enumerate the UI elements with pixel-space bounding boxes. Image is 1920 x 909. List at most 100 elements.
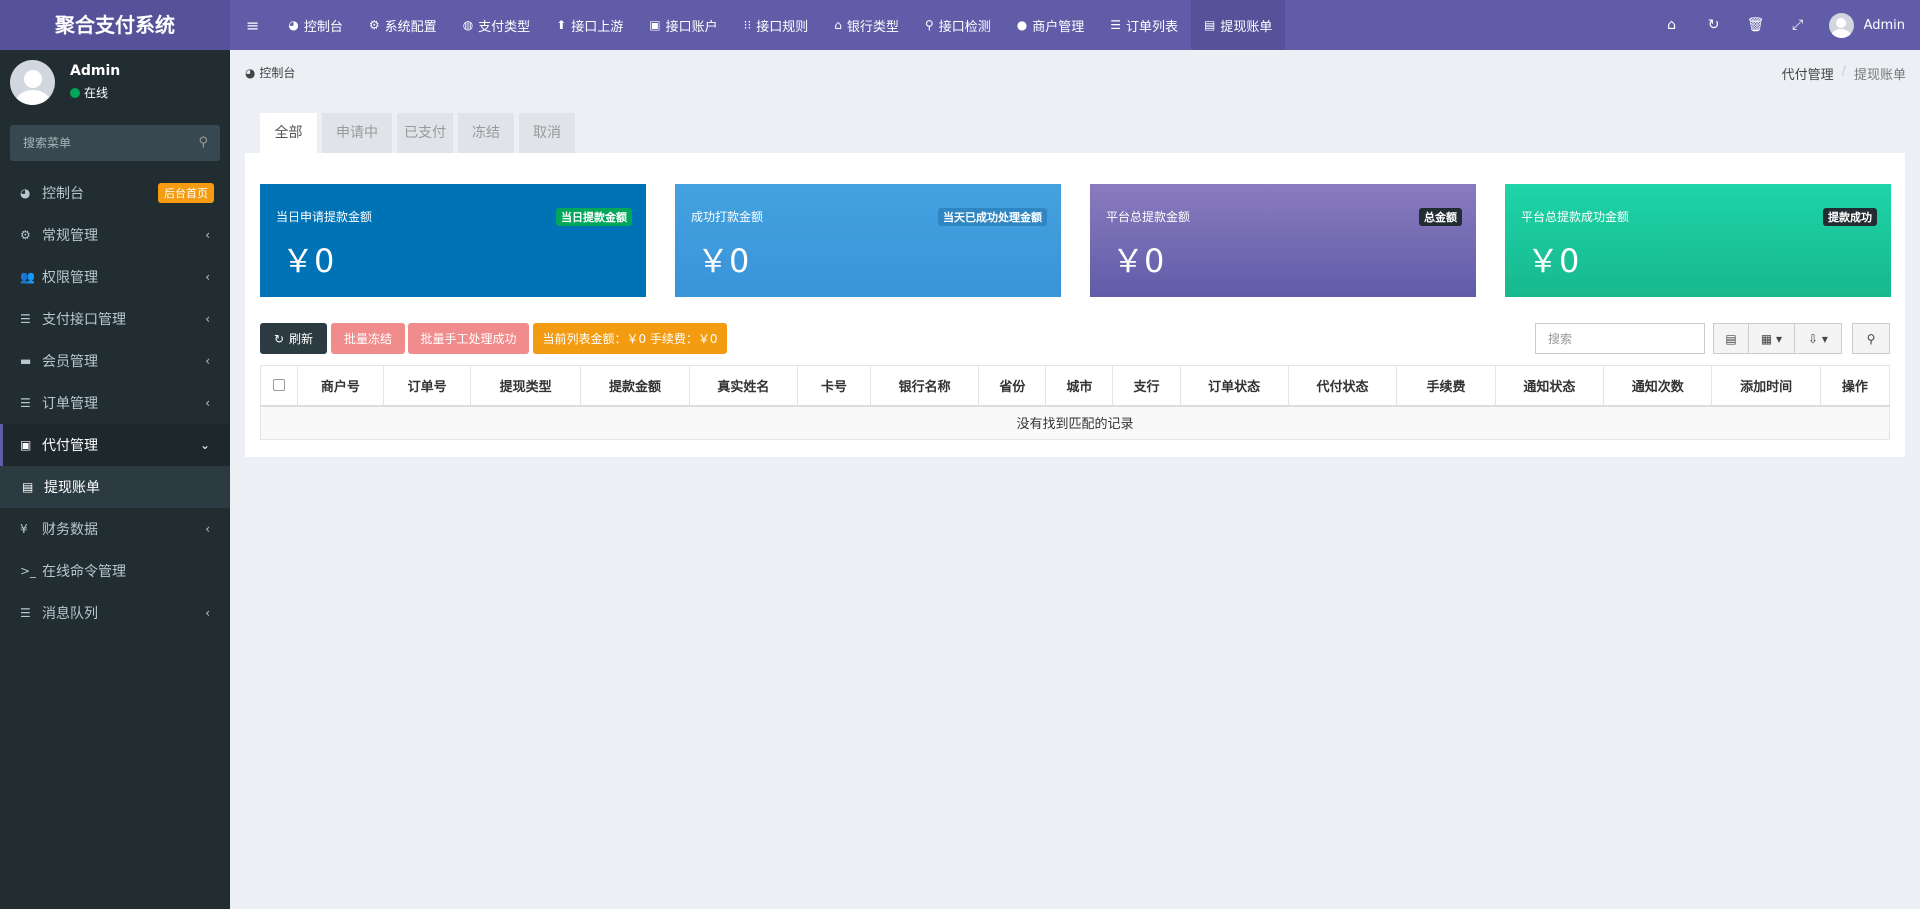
column-header[interactable]: 提现类型 (470, 365, 582, 407)
column-header[interactable]: 通知次数 (1603, 365, 1713, 407)
top-nav: ≡ ◕ 控制台 ⚙ 系统配置 ◍ 支付类型 ⬆ 接口上游 ▣ 接口账户 ⁝⁝ 接口规则 ⌂ 银行类型 ⚲ 接口… (230, 0, 1286, 50)
column-header[interactable]: 添加时间 (1711, 365, 1821, 407)
column-header[interactable]: 操作 (1820, 365, 1891, 407)
rules-icon: ⁝⁝ (743, 18, 752, 32)
sidebar-item-label: 支付接口管理 (42, 312, 126, 328)
fullscreen-button[interactable]: ⤢ (1777, 0, 1819, 50)
sidebar-item-console[interactable]: >_ 在线命令管理 (0, 550, 230, 592)
topnav-item-label: 接口上游 (571, 19, 624, 35)
globe-icon: ◍ (462, 18, 474, 32)
member-icon: ▬ (20, 354, 32, 368)
columns-button[interactable]: ▦ ▾ (1748, 323, 1795, 354)
sidebar-item-label: 会员管理 (42, 354, 98, 370)
topnav-item-3[interactable]: ⬆ 接口上游 (543, 0, 636, 50)
stat-tag: 当日提款金额 (556, 208, 632, 226)
sidebar-item-members[interactable]: ▬ 会员管理 ‹ (0, 340, 230, 382)
sidebar-search-input[interactable] (10, 125, 180, 161)
stat-card-platform-success: 平台总提款成功金额 提款成功 ￥0 (1505, 184, 1891, 297)
sidebar-item-dashboard[interactable]: ◕ 控制台 后台首页 (0, 172, 230, 214)
select-all-cell (260, 365, 298, 407)
list-icon: ☰ (1110, 18, 1121, 32)
sidebar-item-permissions[interactable]: 👥 权限管理 ‹ (0, 256, 230, 298)
topnav-item-9[interactable]: ☰ 订单列表 (1097, 0, 1191, 50)
sidebar-item-payout[interactable]: ▣ 代付管理 ⌄ (0, 424, 230, 466)
sidebar-item-orders[interactable]: ☰ 订单管理 ‹ (0, 382, 230, 424)
yen-icon: ¥ (20, 522, 28, 536)
toggle-view-button[interactable]: ▤ (1713, 323, 1749, 354)
app-logo[interactable]: 聚合支付系统 (0, 0, 230, 50)
sidebar-item-label: 财务数据 (42, 522, 98, 538)
column-header[interactable]: 商户号 (297, 365, 385, 407)
stat-label: 平台总提款金额 (1106, 210, 1191, 224)
arrow-up-icon: ⬆ (556, 18, 567, 32)
topnav-item-5[interactable]: ⁝⁝ 接口规则 (731, 0, 822, 50)
topnav-item-7[interactable]: ⚲ 接口检测 (912, 0, 1004, 50)
tab-all[interactable]: 全部 (260, 113, 317, 153)
batch-manual-success-button[interactable]: 批量手工处理成功 (408, 323, 529, 354)
topnav-item-label: 接口账户 (665, 19, 718, 35)
column-header[interactable]: 订单状态 (1180, 365, 1289, 407)
refresh-cache-button[interactable]: ↻ (1693, 0, 1735, 50)
batch-freeze-button[interactable]: 批量冻结 (331, 323, 405, 354)
account-icon: ▣ (649, 18, 661, 32)
refresh-icon: ↻ (273, 331, 285, 346)
column-header[interactable]: 提款金额 (580, 365, 690, 407)
stat-label: 当日申请提款金额 (276, 210, 373, 224)
column-header[interactable]: 支行 (1112, 365, 1181, 407)
column-header[interactable]: 卡号 (797, 365, 871, 407)
search-icon: ⚲ (924, 18, 934, 32)
column-header[interactable]: 订单号 (383, 365, 472, 407)
search-icon[interactable]: ⚲ (198, 135, 208, 150)
user-menu[interactable]: Admin (1819, 0, 1920, 50)
breadcrumb-separator: / (1841, 64, 1846, 79)
stat-card-today-apply: 当日申请提款金额 当日提款金额 ￥0 (260, 184, 646, 297)
avatar (1828, 12, 1854, 38)
page-title: ◕ 控制台 (245, 66, 296, 80)
sidebar-item-general[interactable]: ⚙ 常规管理 ‹ (0, 214, 230, 256)
topnav-item-label: 商户管理 (1032, 19, 1085, 35)
dashboard-icon: ◕ (20, 186, 31, 200)
refresh-icon: ↻ (1707, 17, 1720, 33)
empty-message: 没有找到匹配的记录 (260, 405, 1890, 440)
list-icon: ☰ (20, 396, 31, 410)
topnav-item-0[interactable]: ◕ 控制台 (275, 0, 356, 50)
topnav-item-8[interactable]: ● 商户管理 (1004, 0, 1098, 50)
stat-card-success-paid: 成功打款金额 当天已成功处理金额 ￥0 (675, 184, 1061, 297)
topnav-item-6[interactable]: ⌂ 银行类型 (821, 0, 912, 50)
topnav-item-10[interactable]: ▤ 提现账单 (1191, 0, 1286, 50)
topnav-item-1[interactable]: ⚙ 系统配置 (356, 0, 450, 50)
breadcrumb: 代付管理 / 提现账单 (1782, 64, 1906, 83)
column-header[interactable]: 银行名称 (870, 365, 980, 407)
sidebar: Admin 在线 ⚲ ◕控制台后台首页⚙常规管理‹👥权限管理‹☰支付接口管理‹▬… (0, 50, 230, 909)
advanced-search-button[interactable]: ⚲ (1852, 323, 1890, 354)
column-header[interactable]: 省份 (978, 365, 1047, 407)
column-header[interactable]: 代付状态 (1288, 365, 1398, 407)
chevron-left-icon: ‹ (205, 522, 210, 536)
sidebar-item-label: 订单管理 (42, 396, 98, 412)
tab-applying[interactable]: 申请中 (322, 113, 392, 153)
clear-button[interactable]: 🗑 (1735, 0, 1777, 50)
sidebar-item-finance[interactable]: ¥ 财务数据 ‹ (0, 508, 230, 550)
topnav-item-2[interactable]: ◍ 支付类型 (450, 0, 544, 50)
sidebar-item-queue[interactable]: ☰ 消息队列 ‹ (0, 592, 230, 634)
topnav-item-4[interactable]: ▣ 接口账户 (636, 0, 730, 50)
export-button[interactable]: ⇩ ▾ (1794, 323, 1842, 354)
column-header[interactable]: 通知状态 (1495, 365, 1605, 407)
tab-cancelled[interactable]: 取消 (519, 113, 575, 153)
breadcrumb-parent[interactable]: 代付管理 (1782, 64, 1834, 83)
avatar (10, 60, 55, 105)
column-header[interactable]: 真实姓名 (689, 365, 799, 407)
tab-frozen[interactable]: 冻结 (458, 113, 514, 153)
sidebar-item-payment-interface[interactable]: ☰ 支付接口管理 ‹ (0, 298, 230, 340)
column-header[interactable]: 城市 (1045, 365, 1114, 407)
online-dot-icon (70, 87, 80, 98)
sidebar-item-withdraw-bill[interactable]: ▤ 提现账单 (0, 466, 230, 508)
column-header[interactable]: 手续费 (1396, 365, 1496, 407)
search-input[interactable] (1535, 323, 1705, 354)
select-all-checkbox[interactable] (272, 379, 285, 392)
refresh-button[interactable]: ↻ 刷新 (260, 323, 327, 354)
tab-paid[interactable]: 已支付 (397, 113, 453, 153)
sidebar-toggle-button[interactable]: ≡ (230, 0, 275, 50)
home-button[interactable]: ⌂ (1651, 0, 1693, 50)
search-icon: ⚲ (1866, 331, 1876, 346)
